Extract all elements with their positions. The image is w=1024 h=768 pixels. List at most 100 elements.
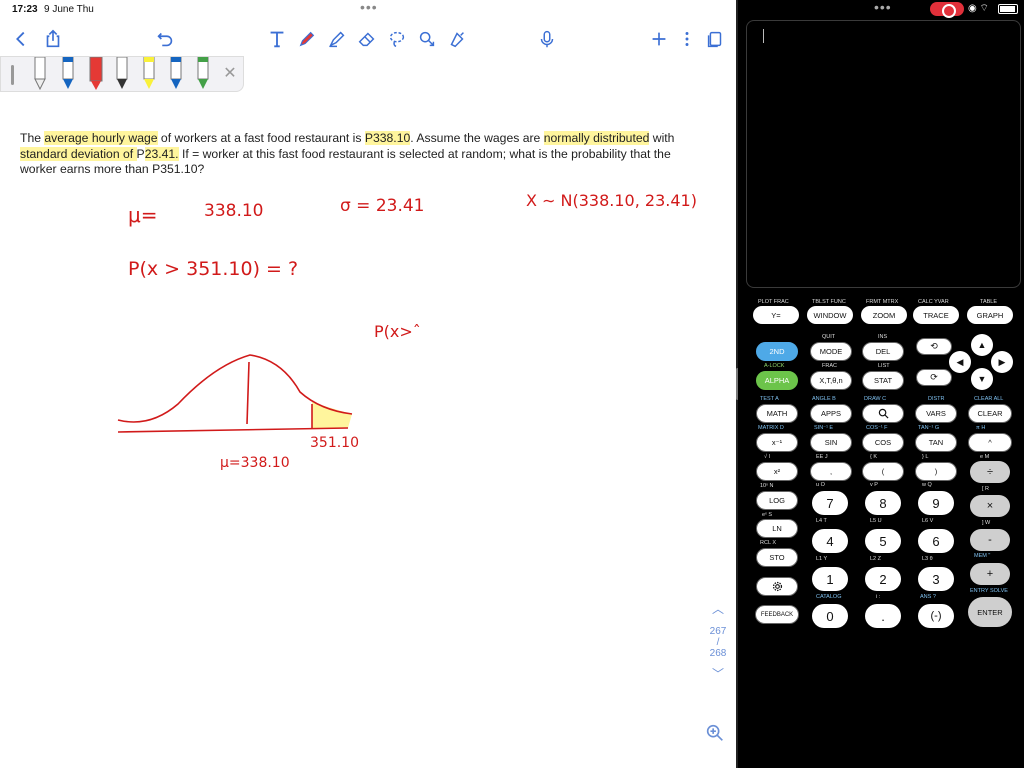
y-equals-key[interactable]: Y= <box>753 306 799 324</box>
key-label: TBLST FUNC <box>812 299 846 305</box>
divide-key[interactable]: ÷ <box>970 461 1010 483</box>
zero-key[interactable]: 0 <box>812 604 848 628</box>
text-tool-icon[interactable] <box>264 26 290 52</box>
arrow-up-icon[interactable]: ▲ <box>971 334 993 356</box>
alpha-key[interactable]: ALPHA <box>756 371 798 390</box>
open-paren-key[interactable]: ( <box>862 462 904 481</box>
settings-key[interactable] <box>756 577 798 596</box>
xt-theta-n-key[interactable]: X,T,θ,n <box>810 371 852 390</box>
log-key[interactable]: LOG <box>756 491 798 510</box>
decimal-key[interactable]: . <box>865 604 901 628</box>
key-label: L1 Y <box>816 556 828 562</box>
notes-app: 17:23 9 June Thu ••• ✕ The average hourl… <box>0 0 736 768</box>
add-icon[interactable] <box>646 26 672 52</box>
eraser-tool-icon[interactable] <box>354 26 380 52</box>
arrow-left-icon[interactable]: ◀ <box>949 351 971 373</box>
calculator-display[interactable] <box>746 20 1021 288</box>
pen-tool-icon[interactable] <box>294 26 320 52</box>
lasso-tool-icon[interactable] <box>384 26 410 52</box>
share-icon[interactable] <box>40 26 66 52</box>
square-key[interactable]: x² <box>756 462 798 481</box>
mode-key[interactable]: MODE <box>810 342 852 361</box>
six-key[interactable]: 6 <box>918 529 954 553</box>
key-label: INS <box>878 334 888 340</box>
highlight-average-hourly-wage: average hourly wage <box>44 131 158 145</box>
three-key[interactable]: 3 <box>918 567 954 591</box>
highlight-normally-distributed: normally distributed <box>543 131 650 145</box>
cos-key[interactable]: COS <box>862 433 904 452</box>
microphone-icon[interactable] <box>534 26 560 52</box>
back-icon[interactable] <box>8 26 34 52</box>
key-label: CLEAR ALL <box>974 396 1004 402</box>
nine-key[interactable]: 9 <box>918 491 954 515</box>
pen-navy[interactable] <box>167 56 185 91</box>
close-tray-icon[interactable]: ✕ <box>221 65 239 83</box>
chevron-down-icon[interactable]: ﹀ <box>700 665 736 681</box>
more-options-icon[interactable] <box>674 26 700 52</box>
key-label: TABLE <box>980 299 998 305</box>
five-key[interactable]: 5 <box>865 529 901 553</box>
two-key[interactable]: 2 <box>865 567 901 591</box>
minus-key[interactable]: - <box>970 529 1010 551</box>
problem-text-part: The <box>20 131 45 145</box>
negative-key[interactable]: (-) <box>918 604 954 628</box>
stat-key[interactable]: STAT <box>862 371 904 390</box>
chevron-up-icon[interactable]: ︿ <box>700 600 736 616</box>
status-bar: 17:23 9 June Thu ••• <box>0 0 736 18</box>
key-label: LIST <box>878 363 890 369</box>
key-label: QUIT <box>822 334 836 340</box>
key-label: √ I <box>764 454 771 460</box>
pen-yellow[interactable] <box>140 56 158 91</box>
sto-key[interactable]: STO <box>756 548 798 567</box>
power-key[interactable]: ^ <box>968 433 1012 452</box>
fill-tool-icon[interactable] <box>444 26 470 52</box>
arrow-left-up-key[interactable]: ⟲ <box>916 338 952 355</box>
pen-blue[interactable] <box>59 56 77 91</box>
close-paren-key[interactable]: ) <box>915 462 957 481</box>
key-label: π H <box>976 425 986 431</box>
four-key[interactable]: 4 <box>812 529 848 553</box>
multiply-key[interactable]: × <box>970 495 1010 517</box>
pen-red[interactable] <box>87 56 105 91</box>
pen-black[interactable] <box>113 56 131 91</box>
graph-key[interactable]: GRAPH <box>967 306 1013 324</box>
search-key[interactable] <box>862 404 904 423</box>
multitask-dots-icon[interactable]: ••• <box>874 0 892 14</box>
enter-key[interactable]: ENTER <box>968 597 1012 627</box>
undo-icon[interactable] <box>152 26 178 52</box>
math-key[interactable]: MATH <box>756 404 798 423</box>
pen-green[interactable] <box>194 56 212 91</box>
pen-white[interactable] <box>31 56 49 91</box>
clear-key[interactable]: CLEAR <box>968 404 1012 423</box>
arrow-down-icon[interactable]: ▼ <box>971 368 993 390</box>
eight-key[interactable]: 8 <box>865 491 901 515</box>
inverse-key[interactable]: x⁻¹ <box>756 433 798 452</box>
feedback-button[interactable]: FEEDBACK <box>755 605 799 624</box>
arrow-left-down-key[interactable]: ⟳ <box>916 369 952 386</box>
notes-toolbar <box>0 22 736 56</box>
pages-icon[interactable] <box>702 26 728 52</box>
zoom-icon[interactable] <box>704 722 730 748</box>
ink-mu-value: 338.10 <box>204 201 263 221</box>
seven-key[interactable]: 7 <box>812 491 848 515</box>
zoom-key[interactable]: ZOOM <box>861 306 907 324</box>
tray-grip[interactable] <box>11 65 14 85</box>
sin-key[interactable]: SIN <box>810 433 852 452</box>
ln-key[interactable]: LN <box>756 519 798 538</box>
arrow-right-icon[interactable]: ▶ <box>991 351 1013 373</box>
tan-key[interactable]: TAN <box>915 433 957 452</box>
comma-key[interactable]: , <box>810 462 852 481</box>
problem-text-part: of workers at a fast food restaurant is <box>157 131 365 145</box>
window-key[interactable]: WINDOW <box>807 306 853 324</box>
plus-key[interactable]: + <box>970 563 1010 585</box>
apps-key[interactable]: APPS <box>810 404 852 423</box>
multitask-dots-icon[interactable]: ••• <box>360 0 378 14</box>
vars-key[interactable]: VARS <box>915 404 957 423</box>
one-key[interactable]: 1 <box>812 567 848 591</box>
key-label: i : <box>876 594 881 600</box>
shapes-tool-icon[interactable] <box>414 26 440 52</box>
second-key[interactable]: 2ND <box>756 342 798 361</box>
highlighter-tool-icon[interactable] <box>324 26 350 52</box>
del-key[interactable]: DEL <box>862 342 904 361</box>
trace-key[interactable]: TRACE <box>913 306 959 324</box>
